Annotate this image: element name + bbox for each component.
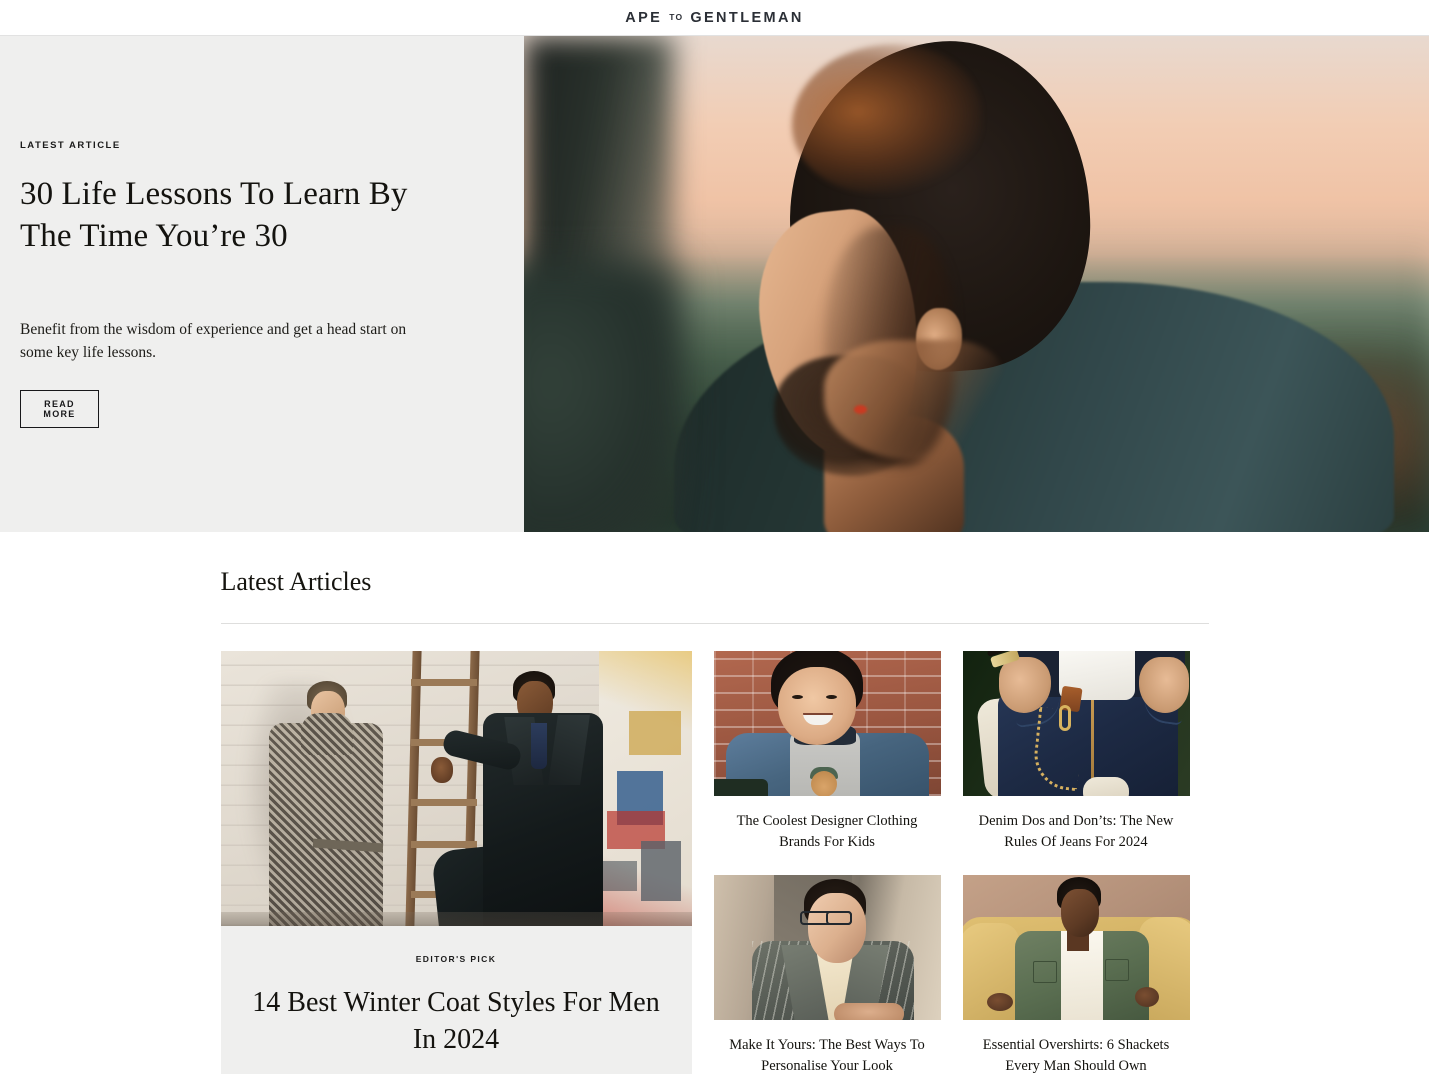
article-card-denim[interactable]: Denim Dos and Don’ts: The New Rules Of J…: [962, 651, 1190, 853]
site-logo[interactable]: APE TO GENTLEMAN: [625, 10, 804, 26]
article-image-personalise[interactable]: [713, 875, 941, 1021]
site-header: APE TO GENTLEMAN: [0, 0, 1429, 36]
article-card-personalise[interactable]: Make It Yours: The Best Ways To Personal…: [713, 875, 941, 1074]
article-title-kids[interactable]: The Coolest Designer Clothing Brands For…: [714, 811, 941, 853]
section-title: Latest Articles: [220, 567, 372, 596]
latest-articles-section: Latest Articles EDITOR'S PICK 14 Best Wi…: [0, 532, 1429, 1074]
article-card-kids[interactable]: The Coolest Designer Clothing Brands For…: [713, 651, 941, 853]
article-image-denim[interactable]: [962, 651, 1190, 796]
editors-pick-title[interactable]: 14 Best Winter Coat Styles For Men In 20…: [249, 985, 664, 1059]
read-more-button[interactable]: READ MORE: [20, 390, 99, 429]
hero-photo-illustration: [524, 36, 1429, 532]
section-divider: [220, 623, 1209, 624]
editors-pick-eyebrow: EDITOR'S PICK: [415, 954, 497, 964]
logo-word-gentleman: GENTLEMAN: [690, 9, 804, 26]
small-cards-column: The Coolest Designer Clothing Brands For…: [713, 651, 1190, 1074]
hero-text-panel: LATEST ARTICLE 30 Life Lessons To Learn …: [0, 36, 524, 532]
article-title-denim[interactable]: Denim Dos and Don’ts: The New Rules Of J…: [963, 811, 1190, 853]
article-title-personalise[interactable]: Make It Yours: The Best Ways To Personal…: [714, 1035, 941, 1074]
hero-eyebrow: LATEST ARTICLE: [20, 139, 121, 151]
editors-pick-card[interactable]: EDITOR'S PICK 14 Best Winter Coat Styles…: [220, 651, 692, 1074]
hero-section: LATEST ARTICLE 30 Life Lessons To Learn …: [0, 36, 1429, 532]
editors-pick-body: EDITOR'S PICK 14 Best Winter Coat Styles…: [221, 926, 692, 1069]
article-card-overshirts[interactable]: Essential Overshirts: 6 Shackets Every M…: [962, 875, 1190, 1074]
article-image-overshirts[interactable]: [962, 875, 1190, 1021]
logo-word-to: TO: [669, 11, 684, 22]
hero-title[interactable]: 30 Life Lessons To Learn By The Time You…: [20, 173, 420, 257]
articles-grid: EDITOR'S PICK 14 Best Winter Coat Styles…: [220, 651, 1209, 1074]
hero-image[interactable]: [524, 36, 1429, 532]
article-title-overshirts[interactable]: Essential Overshirts: 6 Shackets Every M…: [963, 1035, 1190, 1074]
editors-pick-image[interactable]: [220, 651, 692, 926]
logo-word-ape: APE: [625, 9, 663, 26]
hero-description: Benefit from the wisdom of experience an…: [20, 321, 407, 361]
article-image-kids[interactable]: [713, 651, 941, 796]
